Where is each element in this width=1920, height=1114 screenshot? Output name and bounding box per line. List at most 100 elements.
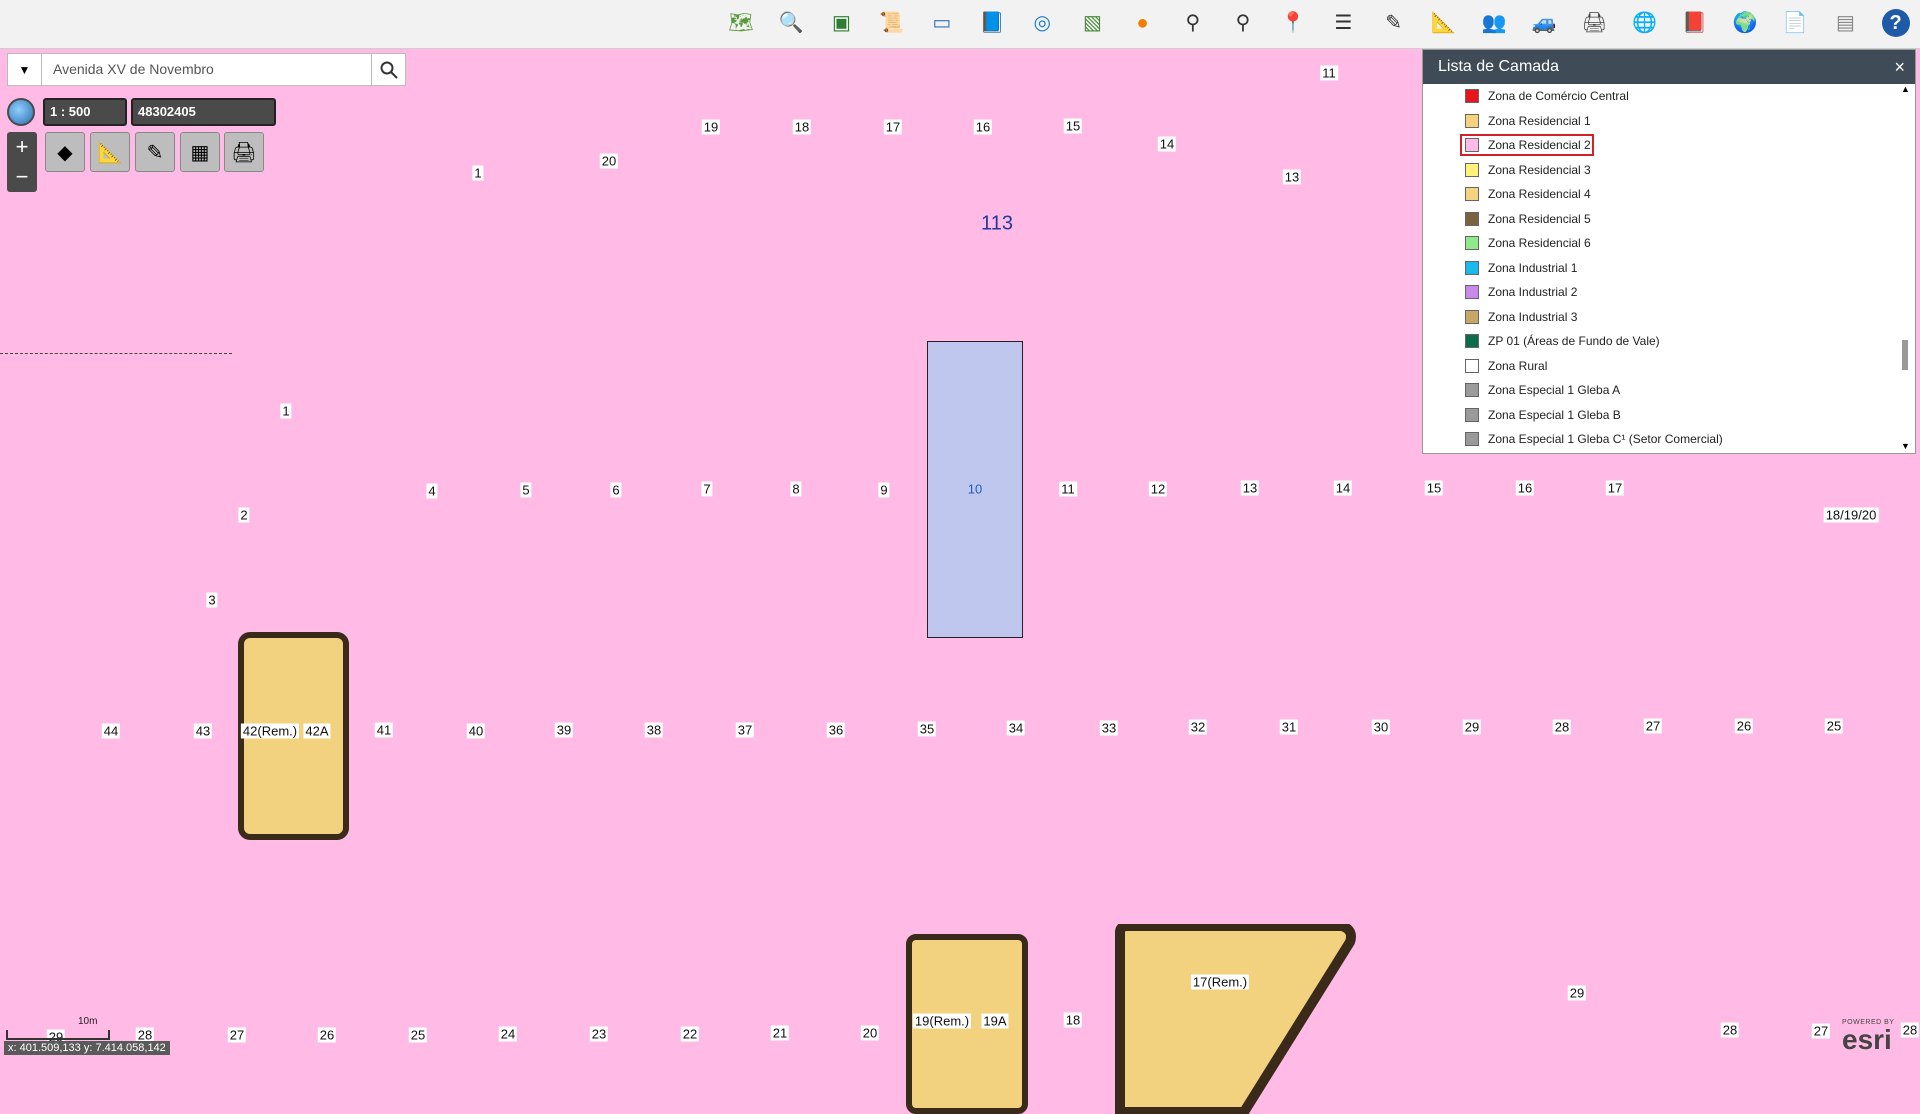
shp-icon[interactable]: ▤ [1831,9,1859,37]
search-icon[interactable] [371,54,405,85]
lot-label: 1 [280,403,292,419]
layer-item[interactable]: ZP 01 (Áreas de Fundo de Vale) [1423,329,1893,354]
layer-list: Zona de Comércio Central Zona Residencial… [1423,84,1893,452]
lot-label: 30 [1371,719,1391,735]
lot-label: 5 [520,482,532,498]
address-search[interactable]: ▼ Avenida XV de Novembro [7,53,406,86]
pin-icon[interactable]: 📍 [1279,9,1307,37]
list-icon[interactable]: ☰ [1329,9,1357,37]
world-icon[interactable]: 🌐 [1631,9,1659,37]
binoculars-icon[interactable]: ⚲ [1229,9,1257,37]
chevron-down-icon[interactable]: ▼ [8,54,42,85]
scroll-down-icon[interactable]: ▼ [1901,441,1910,451]
coordinate-readout: x: 401.509,133 y: 7.414.058,142 [4,1041,170,1055]
layer-label: ZP 01 (Áreas de Fundo de Vale) [1488,334,1660,349]
layer-item[interactable]: Zona Industrial 2 [1423,280,1893,305]
people-icon[interactable]: 👥 [1480,9,1508,37]
layer-item[interactable]: Zona de Comércio Central [1423,84,1893,109]
map-icon[interactable]: 🗺 [727,9,755,37]
ruler-icon[interactable]: 📐 [1430,9,1458,37]
lot-label: 33 [1099,720,1119,736]
layer-item[interactable]: Zona Residencial 5 [1423,207,1893,232]
help-icon[interactable]: ? [1881,9,1910,37]
search-doc-icon[interactable]: 🔍 [777,9,805,37]
lot-label: 35 [917,721,937,737]
car-icon[interactable]: 🚙 [1530,9,1558,37]
close-icon[interactable]: × [1894,50,1905,84]
layer-label: Zona Especial 1 Gleba A [1488,383,1621,398]
esri-brand: esri [1842,1024,1892,1055]
grid-button[interactable]: ▦ [180,132,220,172]
lot-label: 18/19/20 [1823,507,1879,523]
layer-swatch [1465,113,1479,128]
scale-prefix: 1 : [50,104,66,119]
folder-icon[interactable]: 📕 [1681,9,1709,37]
layer-item[interactable]: Zona Residencial 4 [1423,182,1893,207]
scale-readout[interactable]: 1 : 500 [43,98,127,126]
layer-swatch [1465,383,1479,398]
layer-item[interactable]: Zona Residencial 2 [1423,133,1893,158]
layer-swatch [1465,358,1479,373]
layer-item[interactable]: Zona Industrial 3 [1423,305,1893,330]
lot-label: 21 [770,1025,790,1041]
layer-item[interactable]: Zona Rural [1423,354,1893,379]
lot-label: 7 [701,481,713,497]
lot-label: 41 [374,722,394,738]
search-input[interactable]: Avenida XV de Novembro [53,54,214,85]
building-lot-17[interactable] [1114,924,1359,1114]
scale-value: 500 [68,104,91,119]
layer-swatch [1465,334,1479,349]
layer-item[interactable]: Zona Especial 1 Gleba B [1423,403,1893,428]
lot-label: 25 [1824,718,1844,734]
print-button[interactable]: 🖨 [224,132,264,172]
zoom-in-button[interactable]: + [7,132,37,162]
printer-icon[interactable]: 🖨 [1580,9,1608,37]
lot-label: 27 [1811,1023,1831,1039]
scrollbar[interactable]: ▲ ▼ [1899,84,1911,451]
globe-gear-icon[interactable]: 🌍 [1731,9,1759,37]
lot-label: 4 [426,483,438,499]
lot-label: 27 [1643,718,1663,734]
lot-label: 29 [1462,719,1482,735]
lot-label: 32 [1188,719,1208,735]
scroll-thumb[interactable] [1902,340,1908,370]
puzzle-icon[interactable]: ▧ [1078,9,1106,37]
layer-item[interactable]: Zona Especial 1 Gleba A [1423,378,1893,403]
layer-swatch [1465,260,1479,275]
pencil-icon[interactable]: ✎ [1380,9,1408,37]
lot-label: 13 [1282,169,1302,185]
lot-label: 37 [735,722,755,738]
layer-item[interactable]: Zona Residencial 3 [1423,158,1893,183]
globe-icon[interactable] [7,98,35,126]
scroll-icon[interactable]: 📜 [878,9,906,37]
lot-label: 20 [599,153,619,169]
layer-item[interactable]: Zona Residencial 6 [1423,231,1893,256]
esri-logo: POWERED BY esri [1842,1019,1914,1057]
layer-item[interactable]: Zona Especial 1 Gleba C¹ (Setor Comercia… [1423,427,1893,452]
layer-label: Zona Industrial 3 [1488,309,1578,324]
document-icon[interactable]: 📄 [1781,9,1809,37]
lot-label: 43 [193,723,213,739]
measure-readout-icon[interactable]: ▭ [928,9,956,37]
layers-cube-icon[interactable]: ▣ [827,9,855,37]
globe-search-icon[interactable]: ◎ [1028,9,1056,37]
book-icon[interactable]: 📘 [978,9,1006,37]
lot-code[interactable]: 48302405 [131,98,276,126]
layer-item[interactable]: Zona Residencial 1 [1423,109,1893,134]
lot-label: 14 [1333,480,1353,496]
lot-label: 3 [206,592,218,608]
binoculars-icon[interactable]: ⚲ [1179,9,1207,37]
measure-button[interactable]: 📐 [90,132,130,172]
layer-label: Zona Especial 1 Gleba C¹ (Setor Comercia… [1488,432,1723,447]
zoom-out-button[interactable]: − [7,162,37,192]
draw-button[interactable]: ✎ [135,132,175,172]
layers-button[interactable]: ◆ [45,132,85,172]
layer-label: Zona Rural [1488,358,1548,373]
scroll-up-icon[interactable]: ▲ [1901,84,1910,94]
orange-circle-icon[interactable]: ● [1129,9,1157,37]
layer-label: Zona Industrial 1 [1488,260,1578,275]
layer-item[interactable]: Zona Industrial 1 [1423,256,1893,281]
layer-swatch [1465,162,1479,177]
lot-label: 9 [878,482,890,498]
lot-label: 19(Rem.) [912,1013,972,1029]
